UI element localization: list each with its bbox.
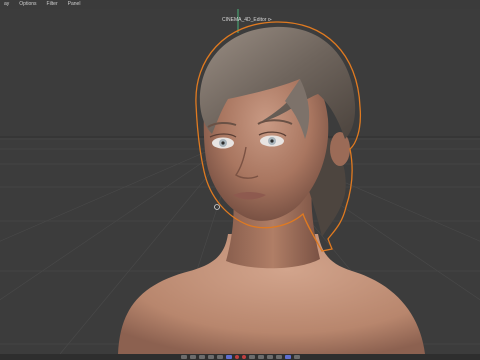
character-ear xyxy=(330,132,350,166)
loop-icon[interactable] xyxy=(225,355,232,359)
autokey-icon[interactable] xyxy=(241,355,246,359)
frame-end-icon[interactable] xyxy=(216,355,223,359)
3d-viewport[interactable]: CINEMA_4D_Editor ⊳ xyxy=(0,9,480,354)
menu-item-display[interactable]: ay xyxy=(4,0,9,9)
timeline-toolbar xyxy=(0,354,480,360)
grid-icon[interactable] xyxy=(293,355,300,359)
parameter-icon[interactable] xyxy=(284,355,291,359)
frame-start-icon[interactable] xyxy=(180,355,187,359)
prev-key-icon[interactable] xyxy=(189,355,196,359)
cinema4d-window: ay Options Filter Panel CINEMA_4D_Editor… xyxy=(0,0,480,360)
scale-icon[interactable] xyxy=(275,355,282,359)
viewport-menubar: ay Options Filter Panel xyxy=(0,0,480,9)
viewport-canvas[interactable] xyxy=(0,9,480,354)
next-key-icon[interactable] xyxy=(207,355,214,359)
rotation-icon[interactable] xyxy=(266,355,273,359)
menu-item-filter[interactable]: Filter xyxy=(47,0,58,9)
menu-item-panel[interactable]: Panel xyxy=(68,0,81,9)
keyframe-icon[interactable] xyxy=(248,355,255,359)
position-icon[interactable] xyxy=(257,355,264,359)
record-icon[interactable] xyxy=(234,355,239,359)
play-icon[interactable] xyxy=(198,355,205,359)
menu-item-options[interactable]: Options xyxy=(19,0,36,9)
camera-label: CINEMA_4D_Editor ⊳ xyxy=(222,17,273,23)
